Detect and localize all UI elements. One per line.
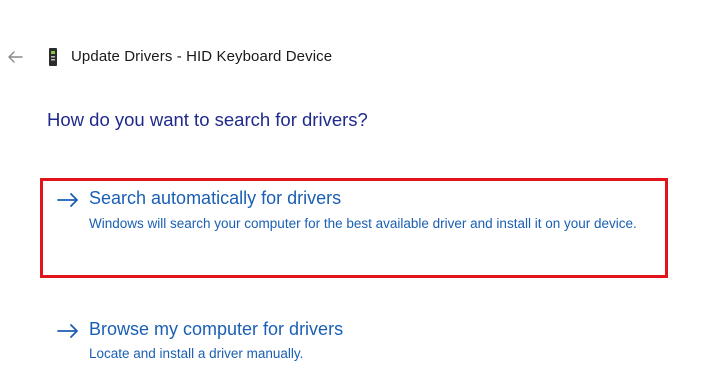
title-bar: Update Drivers - HID Keyboard Device: [0, 42, 721, 72]
option-description: Locate and install a driver manually.: [89, 346, 304, 361]
right-arrow-icon: [57, 193, 78, 207]
device-icon: [49, 48, 57, 66]
right-arrow-icon: [57, 324, 78, 338]
option-title: Browse my computer for drivers: [89, 319, 344, 339]
page-heading: How do you want to search for drivers?: [47, 109, 368, 130]
update-drivers-dialog: Update Drivers - HID Keyboard Device How…: [0, 0, 721, 375]
option-title: Search automatically for drivers: [89, 188, 342, 208]
browse-computer-option[interactable]: Browse my computer for drivers Locate an…: [40, 312, 668, 368]
option-description: Windows will search your computer for th…: [89, 216, 637, 231]
back-arrow-icon: [8, 51, 23, 63]
back-button[interactable]: [4, 42, 26, 72]
search-automatically-option[interactable]: Search automatically for drivers Windows…: [40, 178, 668, 278]
window-title: Update Drivers - HID Keyboard Device: [71, 48, 333, 65]
